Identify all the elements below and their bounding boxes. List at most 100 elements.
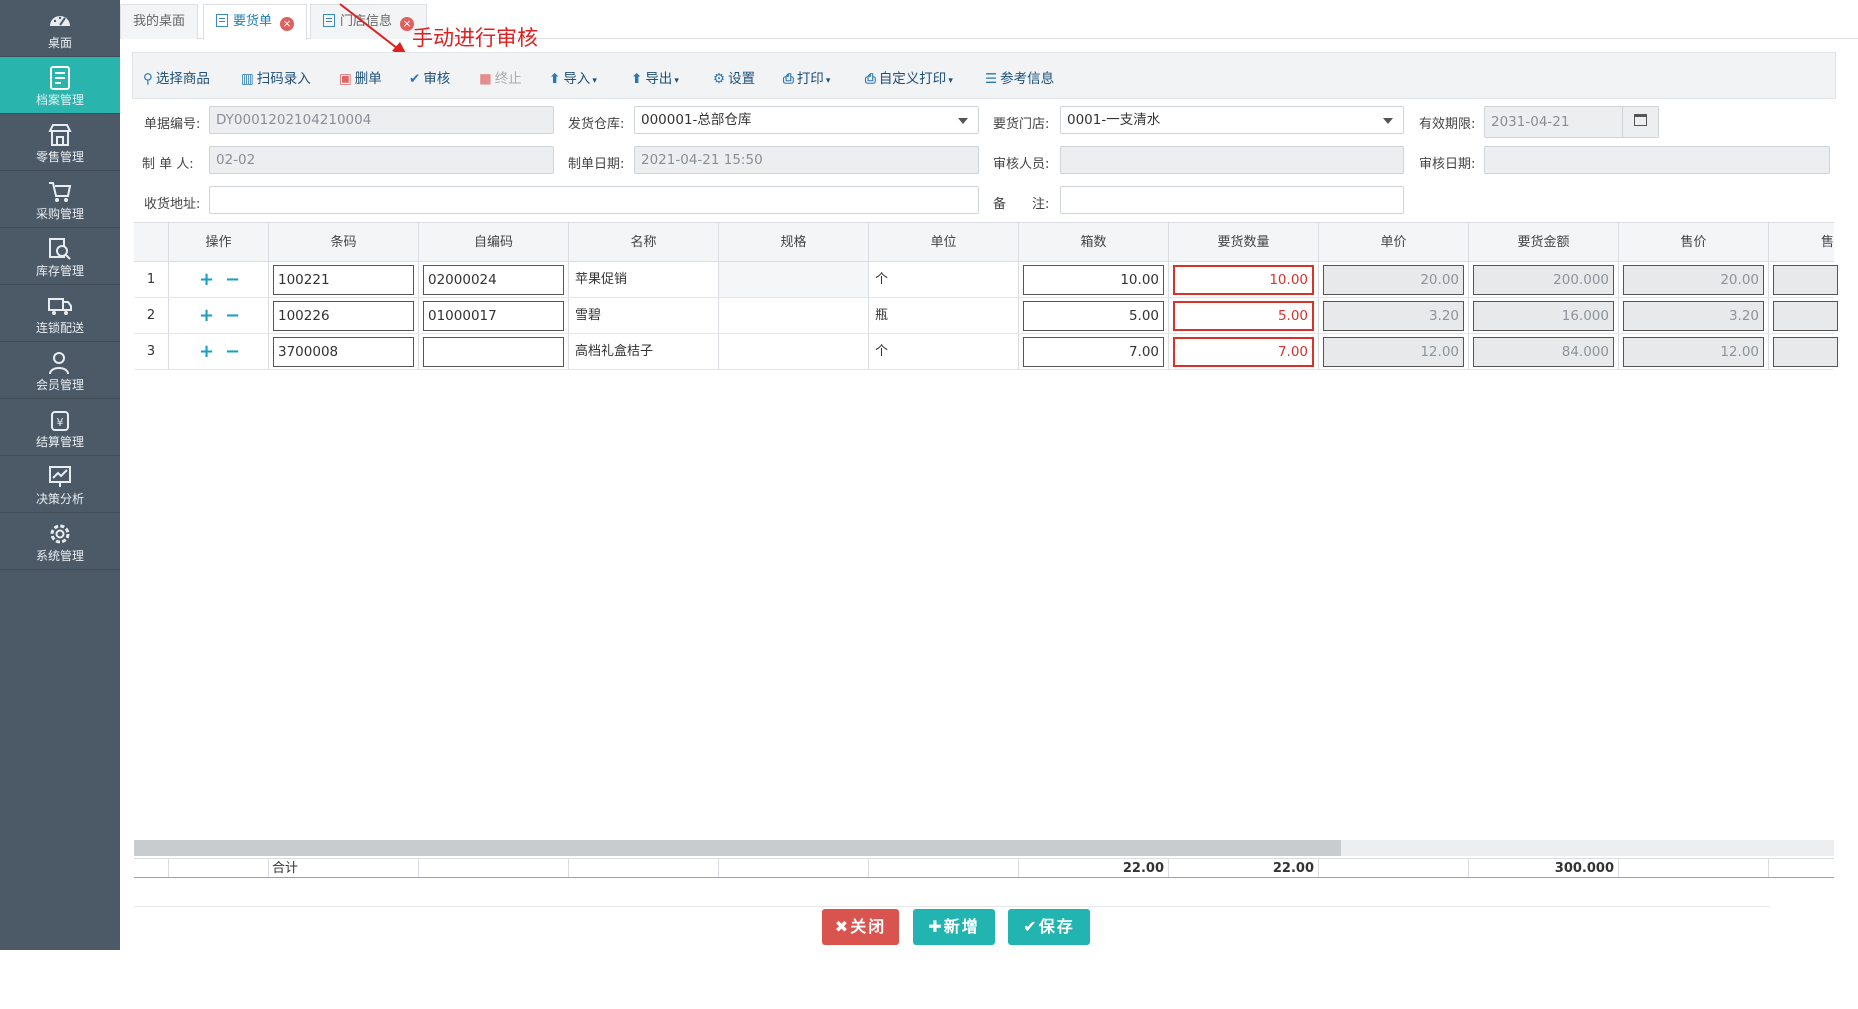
save-button[interactable]: ✔保存 [1008,909,1090,945]
toolbar: ⚲ 选择商品 ▥ 扫码录入 ▣ 删单 ✔ 审核 ■ 终止 ⬆ 导入 ▾ ⬆ 导出 ▾ ⚙ 设置 ⎙ 打… [132,52,1836,99]
address-field[interactable] [209,186,979,214]
delete-doc-button[interactable]: ▣ 删单 [339,67,382,87]
sidebar-item-retail[interactable]: 零售管理 [0,114,120,171]
settings-button[interactable]: ⚙ 设置 [713,67,755,87]
scan-entry-button[interactable]: ▥ 扫码录入 [241,67,311,87]
remove-row-icon[interactable]: − [225,262,240,298]
sidebar-item-label: 会员管理 [35,378,84,392]
sidebar-item-desktop[interactable]: 桌面 [0,0,120,57]
auditor-field[interactable] [1060,146,1404,174]
store-icon [48,124,72,146]
maker-field[interactable]: 02-02 [209,146,554,174]
audit-date-field[interactable] [1484,146,1830,174]
column-header[interactable]: 名称 [569,223,719,261]
price-input[interactable]: 12.00 [1323,337,1464,367]
unit-cell: 个 [869,334,1019,369]
sale-price-input[interactable]: 20.00 [1623,265,1764,295]
overflow-input[interactable] [1773,301,1838,331]
boxes-input[interactable]: 10.00 [1023,265,1164,295]
table-row: 1 + − 100221 02000024 苹果促销 个 10.00 10.00 … [134,262,1838,298]
qty-input[interactable]: 10.00 [1173,265,1314,295]
table-row: 3 + − 3700008 高档礼盒桔子 个 7.00 7.00 12.00 84… [134,334,1838,370]
barcode-input[interactable]: 100226 [273,301,414,331]
make-date-field[interactable]: 2021-04-21 15:50 [634,146,979,174]
export-dropdown[interactable]: ⬆ 导出 ▾ [631,67,679,87]
chevron-down-icon: ▾ [592,76,597,86]
column-header[interactable]: 自编码 [419,223,569,261]
boxes-input[interactable]: 5.00 [1023,301,1164,331]
sidebar-item-distribution[interactable]: 连锁配送 [0,285,120,342]
select-goods-button[interactable]: ⚲ 选择商品 [143,67,210,87]
tab-requisition[interactable]: 要货单 × [203,4,308,40]
sale-price-input[interactable]: 3.20 [1623,301,1764,331]
close-button[interactable]: ✖关闭 [822,909,899,945]
store-select[interactable]: 0001-一支清水 [1060,106,1404,134]
grid-header: 操作 条码 自编码 名称 规格 单位 箱数 要货数量 单价 要货金额 售价 售 [134,222,1834,262]
column-header-index [134,223,169,261]
remove-row-icon[interactable]: − [225,334,240,370]
boxes-input[interactable]: 7.00 [1023,337,1164,367]
remove-row-icon[interactable]: − [225,298,240,334]
code-input[interactable] [423,337,564,367]
truck-icon [48,298,72,315]
add-row-icon[interactable]: + [199,262,214,298]
product-name: 高档礼盒桔子 [575,344,654,359]
price-input[interactable]: 3.20 [1323,301,1464,331]
import-icon: ⬆ [549,71,561,87]
custom-print-dropdown[interactable]: ⎙ 自定义打印 ▾ [865,67,953,87]
sidebar-item-label: 零售管理 [35,150,84,164]
amount-input[interactable]: 16.000 [1473,301,1614,331]
qty-input[interactable]: 7.00 [1173,337,1314,367]
code-input[interactable]: 01000017 [423,301,564,331]
add-button[interactable]: ✚新增 [913,909,995,945]
print-dropdown[interactable]: ⎙ 打印 ▾ [783,67,830,87]
column-header[interactable]: 箱数 [1019,223,1169,261]
sidebar-item-inventory[interactable]: 库存管理 [0,228,120,285]
sidebar-item-archive[interactable]: 档案管理 [0,57,120,114]
boxes-cell: 5.00 [1019,298,1169,333]
calendar-icon[interactable] [1622,107,1658,137]
sidebar-item-purchase[interactable]: 采购管理 [0,171,120,228]
sale-price-input[interactable]: 12.00 [1623,337,1764,367]
column-header[interactable]: 售价 [1619,223,1769,261]
amount-input[interactable]: 84.000 [1473,337,1614,367]
column-header[interactable]: 要货数量 [1169,223,1319,261]
import-dropdown[interactable]: ⬆ 导入 ▾ [549,67,597,87]
add-row-icon[interactable]: + [199,334,214,370]
sidebar-item-member[interactable]: 会员管理 [0,342,120,399]
code-input[interactable]: 02000024 [423,265,564,295]
valid-date-field[interactable]: 2031-04-21 [1484,106,1659,138]
remark-field[interactable] [1060,186,1404,214]
column-header[interactable]: 规格 [719,223,869,261]
close-icon[interactable]: × [280,17,295,31]
warehouse-select[interactable]: 000001-总部仓库 [634,106,979,134]
overflow-input[interactable] [1773,265,1838,295]
terminate-button[interactable]: ■ 终止 [479,67,522,87]
audit-button[interactable]: ✔ 审核 [409,67,450,87]
reference-info-button[interactable]: ☰ 参考信息 [985,67,1054,87]
amount-cell: 16.000 [1469,298,1619,333]
column-header[interactable]: 要货金额 [1469,223,1619,261]
add-row-icon[interactable]: + [199,298,214,334]
barcode-input[interactable]: 100221 [273,265,414,295]
product-name: 雪碧 [575,308,602,323]
row-actions: + − [169,262,269,297]
column-header[interactable]: 售 [1769,223,1834,261]
sidebar-item-settlement[interactable]: ¥ 结算管理 [0,399,120,456]
scrollbar-thumb[interactable] [134,840,1341,856]
tab-my-desktop[interactable]: 我的桌面 [120,4,199,39]
column-header[interactable]: 单价 [1319,223,1469,261]
horizontal-scrollbar[interactable] [134,840,1834,856]
amount-input[interactable]: 200.000 [1473,265,1614,295]
overflow-input[interactable] [1773,337,1838,367]
column-header[interactable]: 单位 [869,223,1019,261]
column-header[interactable]: 条码 [269,223,419,261]
price-input[interactable]: 20.00 [1323,265,1464,295]
sidebar-item-system[interactable]: 系统管理 [0,513,120,570]
column-header[interactable]: 操作 [169,223,269,261]
doc-no-field[interactable]: DY0001202104210004 [209,106,554,134]
sidebar-item-analysis[interactable]: 决策分析 [0,456,120,513]
stop-icon: ■ [479,71,492,87]
qty-input[interactable]: 5.00 [1173,301,1314,331]
barcode-input[interactable]: 3700008 [273,337,414,367]
